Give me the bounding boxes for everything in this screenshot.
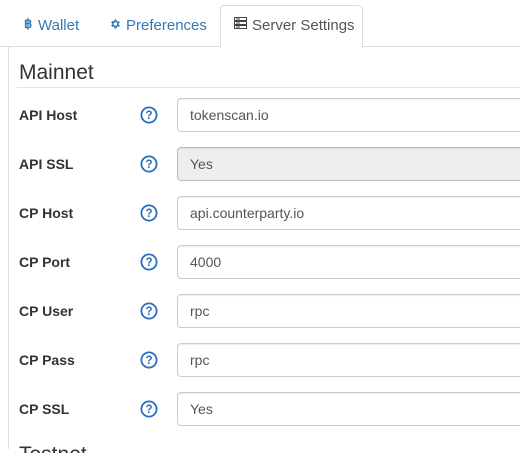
svg-text:?: ? bbox=[145, 306, 152, 318]
cp-pass-input[interactable]: rpc bbox=[177, 343, 520, 377]
tab-server-settings[interactable]: Server Settings bbox=[220, 5, 363, 48]
bitcoin-icon: ฿ bbox=[24, 6, 33, 45]
form-row-api-ssl: API SSL? Yes bbox=[9, 147, 520, 181]
api-ssl-label: API SSL bbox=[19, 156, 74, 172]
section-title: Mainnet bbox=[19, 61, 94, 84]
svg-text:?: ? bbox=[145, 110, 152, 122]
svg-text:?: ? bbox=[145, 355, 152, 367]
api-ssl-select[interactable]: Yes bbox=[177, 147, 520, 181]
help-icon[interactable]: ? bbox=[140, 302, 158, 320]
gear-icon bbox=[109, 6, 121, 45]
cp-port-input[interactable]: 4000 bbox=[177, 245, 520, 279]
form-row-cp-ssl: CP SSL? Yes bbox=[9, 392, 520, 426]
cp-pass-label: CP Pass bbox=[19, 352, 75, 368]
form-row-cp-user: CP User? rpc bbox=[9, 294, 520, 328]
cp-port-label: CP Port bbox=[19, 254, 71, 270]
svg-text:฿: ฿ bbox=[24, 17, 32, 30]
cp-user-label: CP User bbox=[19, 303, 74, 319]
form-row-cp-pass: CP Pass? rpc bbox=[9, 343, 520, 377]
section-divider bbox=[17, 87, 520, 88]
cp-ssl-label: CP SSL bbox=[19, 401, 70, 417]
api-host-label: API Host bbox=[19, 107, 78, 123]
cp-host-label: CP Host bbox=[19, 205, 74, 221]
server-settings-panel: Mainnet API Host? tokenscan.io API SSL? Yes… bbox=[8, 47, 520, 453]
api-host-input[interactable]: tokenscan.io bbox=[177, 98, 520, 132]
tab-wallet-label: Wallet bbox=[38, 17, 80, 34]
help-icon[interactable]: ? bbox=[140, 155, 158, 173]
svg-text:?: ? bbox=[145, 208, 152, 220]
help-icon[interactable]: ? bbox=[140, 253, 158, 271]
help-icon[interactable]: ? bbox=[140, 351, 158, 369]
cp-user-input[interactable]: rpc bbox=[177, 294, 520, 328]
tab-preferences[interactable]: Preferences bbox=[95, 6, 221, 47]
tab-wallet[interactable]: ฿ Wallet bbox=[10, 6, 93, 47]
tab-server-settings-label: Server Settings bbox=[252, 17, 355, 34]
tab-preferences-label: Preferences bbox=[126, 17, 207, 34]
form-row-api-host: API Host? tokenscan.io bbox=[9, 98, 520, 132]
cp-ssl-input[interactable]: Yes bbox=[177, 392, 520, 426]
help-icon[interactable]: ? bbox=[140, 106, 158, 124]
form-row-cp-port: CP Port? 4000 bbox=[9, 245, 520, 279]
svg-text:?: ? bbox=[145, 257, 152, 269]
form-row-cp-host: CP Host? api.counterparty.io bbox=[9, 196, 520, 230]
svg-text:?: ? bbox=[145, 404, 152, 416]
server-icon bbox=[234, 5, 247, 45]
svg-text:?: ? bbox=[145, 159, 152, 171]
next-section-title: Testnet bbox=[19, 441, 99, 453]
settings-tabs: ฿ Wallet Preferences Server Settings bbox=[0, 0, 520, 48]
help-icon[interactable]: ? bbox=[140, 204, 158, 222]
cp-host-input[interactable]: api.counterparty.io bbox=[177, 196, 520, 230]
help-icon[interactable]: ? bbox=[140, 400, 158, 418]
